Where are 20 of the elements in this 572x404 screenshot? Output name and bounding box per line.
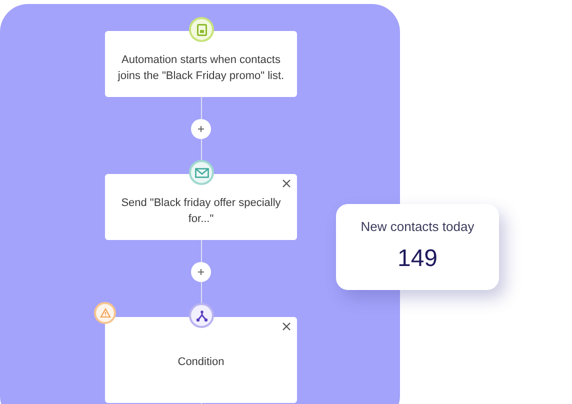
step-text: Condition [178, 355, 224, 370]
document-icon [196, 24, 206, 36]
step-card[interactable]: Condition [105, 317, 297, 403]
close-button[interactable] [282, 322, 291, 331]
stat-label: New contacts today [360, 218, 474, 236]
close-button[interactable] [282, 179, 291, 188]
step-card[interactable]: Automation starts when contacts joins the "Black Friday promo" list. [105, 31, 297, 97]
close-icon [282, 179, 291, 188]
plus-icon [198, 126, 204, 132]
plus-icon [198, 269, 204, 275]
close-icon [282, 322, 291, 331]
step-text: Automation starts when contacts joins the "Black Friday promo" list. [117, 53, 285, 84]
step-card[interactable]: Send "Black friday offer specially for..." [105, 174, 297, 240]
envelope-icon [194, 168, 208, 178]
add-step-button[interactable] [191, 119, 211, 139]
step-text: Send "Black friday offer specially for..." [120, 196, 282, 227]
stat-value: 149 [397, 244, 438, 274]
add-step-button[interactable] [191, 262, 211, 282]
branch-icon [196, 310, 208, 322]
warning-icon [100, 308, 110, 318]
